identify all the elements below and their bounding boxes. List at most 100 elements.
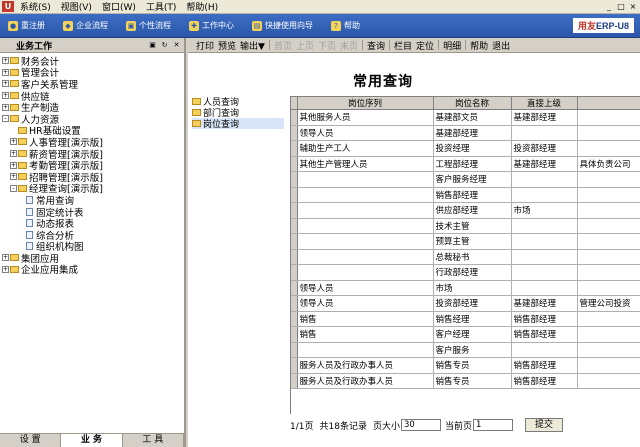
table-cell[interactable]: 基建部经理 — [511, 156, 578, 172]
table-cell[interactable] — [577, 125, 640, 141]
table-cell[interactable] — [577, 326, 640, 343]
table-cell[interactable] — [297, 342, 434, 358]
table-cell[interactable] — [577, 109, 640, 126]
expand-icon[interactable]: + — [2, 68, 9, 76]
table-cell[interactable] — [297, 249, 434, 265]
tab-settings[interactable]: 设 置 — [0, 434, 62, 447]
tab-business[interactable]: 业 务 — [61, 434, 123, 447]
table-cell[interactable] — [511, 233, 578, 250]
table-row[interactable]: 销售 销售经理 销售部经理 — [291, 311, 640, 327]
column-header-sequence[interactable]: 岗位序列 — [297, 97, 434, 110]
table-cell[interactable] — [577, 202, 640, 219]
toolbar-button[interactable]: 明细 — [441, 39, 463, 52]
table-cell[interactable] — [577, 187, 640, 203]
toolbar-button[interactable]: 下页 — [316, 39, 338, 52]
table-row[interactable]: 总裁秘书 — [291, 249, 640, 265]
custom-process-button[interactable]: ▣ 个性流程 — [126, 20, 171, 31]
expand-icon[interactable]: + — [2, 57, 9, 65]
tree-node[interactable]: - 经理查询[演示版] — [0, 183, 184, 195]
table-cell[interactable]: 供应部经理 — [433, 202, 512, 219]
column-header-description[interactable] — [577, 97, 640, 110]
table-cell[interactable]: 预算主管 — [433, 233, 512, 250]
toolbar-button[interactable]: 打印 — [194, 39, 216, 52]
table-cell[interactable]: 服务人员及行政办事人员 — [297, 373, 434, 389]
table-cell[interactable] — [577, 140, 640, 157]
table-cell[interactable]: 销售专员 — [433, 373, 512, 389]
table-cell[interactable]: 具体负责公司 — [577, 156, 640, 172]
table-cell[interactable]: 基建部经理 — [511, 295, 578, 312]
expand-icon[interactable]: + — [10, 150, 17, 158]
menu-window[interactable]: 窗口(W) — [99, 0, 143, 13]
menu-help[interactable]: 帮助(H) — [183, 0, 225, 13]
collapse-icon[interactable]: - — [10, 184, 17, 192]
position-table[interactable]: 岗位序列 岗位名称 直接上级 其他服务人员 基建部文员 基建部经理 领导人员 基建部经理… — [290, 96, 640, 414]
close-icon[interactable]: × — [628, 2, 638, 12]
table-row[interactable]: 行政部经理 — [291, 264, 640, 281]
tree-node[interactable]: 常用查询 — [0, 194, 184, 207]
table-cell[interactable] — [577, 342, 640, 358]
tree-node[interactable]: 综合分析 — [0, 229, 184, 242]
enterprise-process-button[interactable]: ◆ 企业流程 — [63, 20, 108, 31]
table-cell[interactable]: 销售 — [297, 311, 434, 327]
menu-system[interactable]: 系统(S) — [17, 0, 58, 13]
toolbar-button[interactable]: 定位 — [414, 39, 436, 52]
refresh-icon[interactable]: ↻ — [160, 41, 169, 50]
table-cell[interactable] — [511, 187, 578, 203]
table-cell[interactable]: 行政部经理 — [433, 264, 512, 281]
quick-guide-button[interactable]: ▤ 快捷使用向导 — [252, 20, 313, 31]
restore-icon[interactable]: □ — [616, 2, 626, 12]
table-row[interactable]: 服务人员及行政办事人员 销售专员 销售部经理 — [291, 373, 640, 389]
table-row[interactable]: 供应部经理 市场 — [291, 202, 640, 219]
close-icon[interactable]: ✕ — [172, 41, 181, 50]
table-cell[interactable]: 销售部经理 — [511, 311, 578, 327]
submit-button[interactable]: 提交 — [524, 418, 563, 432]
toolbar-button[interactable]: 输出▼ — [238, 39, 267, 52]
table-cell[interactable]: 基建部经理 — [511, 109, 578, 126]
table-cell[interactable] — [511, 249, 578, 265]
table-cell[interactable] — [577, 280, 640, 296]
toolbar-button[interactable]: 查询 — [365, 39, 387, 52]
menu-view[interactable]: 视图(V) — [58, 0, 99, 13]
table-cell[interactable]: 客户服务 — [433, 342, 512, 358]
table-cell[interactable] — [511, 125, 578, 141]
table-cell[interactable]: 服务人员及行政办事人员 — [297, 357, 434, 374]
reregister-button[interactable]: ● 重注册 — [8, 20, 45, 31]
expand-icon[interactable]: + — [10, 138, 17, 146]
table-cell[interactable] — [577, 249, 640, 265]
table-cell[interactable]: 销售部经理 — [433, 187, 512, 203]
table-cell[interactable] — [577, 357, 640, 374]
table-row[interactable]: 领导人员 投资部经理 基建部经理 管理公司投资 — [291, 295, 640, 312]
query-tree-item-position[interactable]: 岗位查询 — [192, 118, 284, 130]
expand-icon[interactable]: + — [2, 103, 9, 111]
table-cell[interactable]: 投资经理 — [433, 140, 512, 157]
table-cell[interactable]: 投资部经理 — [433, 295, 512, 312]
expand-icon[interactable]: + — [2, 92, 9, 100]
page-size-input[interactable]: 30 — [400, 419, 441, 431]
table-cell[interactable]: 基建部文员 — [433, 109, 512, 126]
table-cell[interactable] — [511, 342, 578, 358]
table-row[interactable]: 销售部经理 — [291, 187, 640, 203]
table-cell[interactable]: 销售 — [297, 326, 434, 343]
table-cell[interactable]: 其他服务人员 — [297, 109, 434, 126]
help-button[interactable]: ? 帮助 — [331, 20, 360, 31]
table-cell[interactable] — [297, 264, 434, 281]
table-cell[interactable]: 市场 — [433, 280, 512, 296]
toolbar-button[interactable]: 末页 — [338, 39, 360, 52]
table-cell[interactable]: 领导人员 — [297, 295, 434, 312]
table-cell[interactable] — [577, 171, 640, 188]
tree-node[interactable]: 动态报表 — [0, 217, 184, 230]
tree-node[interactable]: 固定统计表 — [0, 206, 184, 219]
table-row[interactable]: 领导人员 基建部经理 — [291, 125, 640, 141]
table-cell[interactable]: 销售部经理 — [511, 357, 578, 374]
table-cell[interactable] — [577, 233, 640, 250]
toolbar-button[interactable]: 首页 — [272, 39, 294, 52]
table-cell[interactable]: 领导人员 — [297, 280, 434, 296]
table-cell[interactable]: 客户经理 — [433, 326, 512, 343]
table-cell[interactable]: 基建部经理 — [433, 125, 512, 141]
table-cell[interactable]: 销售部经理 — [511, 373, 578, 389]
table-row[interactable]: 其他服务人员 基建部文员 基建部经理 — [291, 109, 640, 126]
table-cell[interactable] — [297, 218, 434, 234]
expand-icon[interactable]: + — [2, 265, 9, 273]
table-row[interactable]: 销售 客户经理 销售部经理 — [291, 326, 640, 343]
column-header-name[interactable]: 岗位名称 — [433, 97, 512, 110]
